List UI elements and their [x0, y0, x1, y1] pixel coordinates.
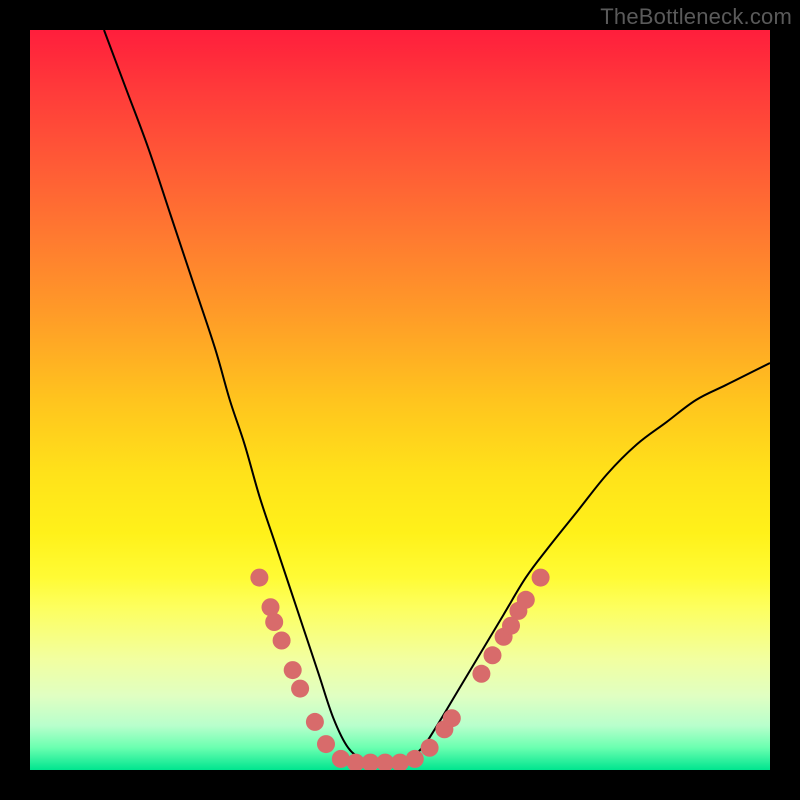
- data-marker: [532, 569, 550, 587]
- data-marker: [273, 632, 291, 650]
- data-marker: [443, 709, 461, 727]
- plot-area: [30, 30, 770, 770]
- data-marker: [265, 613, 283, 631]
- data-marker: [472, 665, 490, 683]
- watermark-text: TheBottleneck.com: [600, 4, 792, 30]
- chart-svg: [30, 30, 770, 770]
- marker-group: [250, 569, 549, 770]
- data-marker: [484, 646, 502, 664]
- data-marker: [406, 750, 424, 768]
- data-marker: [250, 569, 268, 587]
- data-marker: [306, 713, 324, 731]
- data-marker: [284, 661, 302, 679]
- data-marker: [317, 735, 335, 753]
- data-marker: [421, 739, 439, 757]
- data-marker: [517, 591, 535, 609]
- chart-frame: TheBottleneck.com: [0, 0, 800, 800]
- bottleneck-curve: [104, 30, 770, 763]
- data-marker: [291, 680, 309, 698]
